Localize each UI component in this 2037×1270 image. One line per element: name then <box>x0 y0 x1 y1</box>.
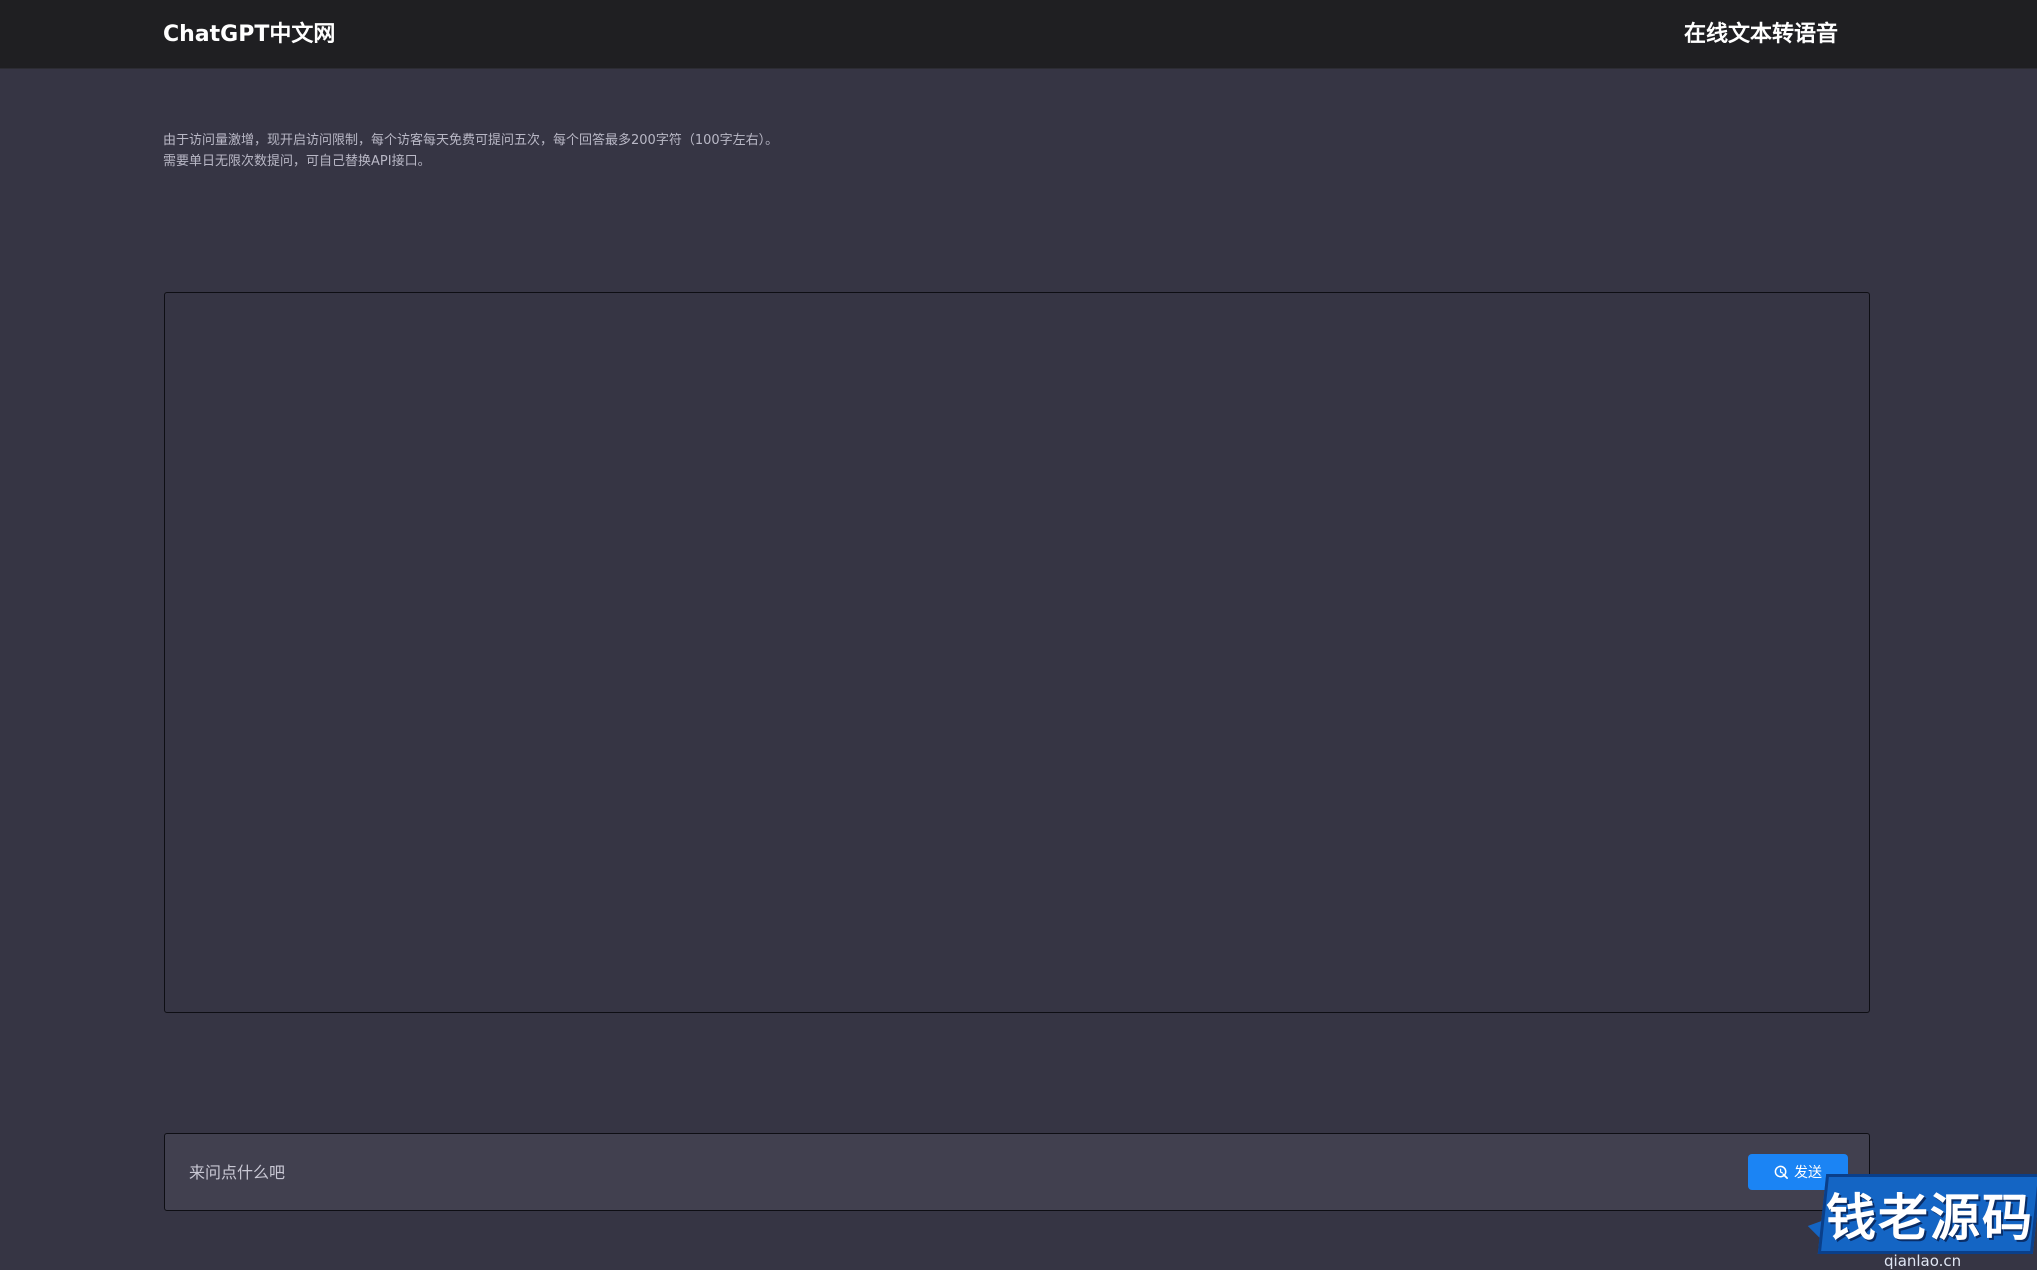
notice-line-1: 由于访问量激增，现开启访问限制，每个访客每天免费可提问五次，每个回答最多200字… <box>163 133 779 148</box>
watermark-box: 钱老源码 <box>1817 1174 2037 1254</box>
watermark-text: 钱老源码 <box>1825 1189 2034 1247</box>
message-composer: 发送 <box>164 1133 1870 1211</box>
access-limit-notice: 由于访问量激增，现开启访问限制，每个访客每天免费可提问五次，每个回答最多200字… <box>163 130 778 172</box>
site-brand-link[interactable]: ChatGPT中文网 <box>163 16 335 48</box>
notice-line-2: 需要单日无限次数提问，可自己替换API接口。 <box>163 154 431 169</box>
chat-message-area[interactable] <box>164 292 1870 1013</box>
watermark-badge: 钱老源码 qianlao.cn <box>1807 1160 2037 1270</box>
send-icon <box>1774 1165 1788 1179</box>
top-navigation-bar: ChatGPT中文网 在线文本转语音 <box>0 0 2037 69</box>
text-to-speech-link[interactable]: 在线文本转语音 <box>1684 16 1838 48</box>
question-input[interactable] <box>189 1152 1689 1192</box>
watermark-url: qianlao.cn <box>1884 1252 1962 1270</box>
